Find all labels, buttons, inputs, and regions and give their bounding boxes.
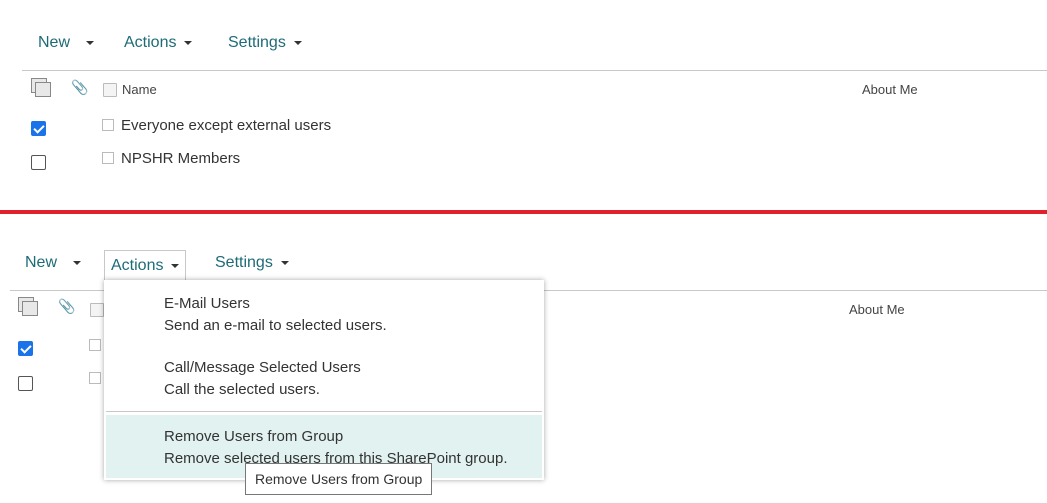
caret-down-icon — [184, 41, 193, 45]
settings-label: Settings — [215, 254, 273, 271]
actions-button-active[interactable]: Actions — [104, 250, 187, 280]
row-checkbox[interactable] — [31, 121, 46, 136]
paperclip-icon: 📎 — [71, 79, 89, 95]
settings-button[interactable]: Settings — [228, 34, 302, 52]
menu-item-description: Call the selected users. — [164, 381, 320, 398]
row-select-box[interactable] — [89, 339, 101, 351]
tooltip: Remove Users from Group — [245, 463, 433, 495]
menu-item-title: Remove Users from Group — [164, 428, 344, 445]
column-header-about[interactable]: About Me — [849, 302, 905, 317]
settings-label: Settings — [228, 34, 286, 51]
settings-button[interactable]: Settings — [215, 254, 289, 272]
row-select-box[interactable] — [102, 152, 114, 164]
comparison-divider — [0, 210, 1047, 214]
select-all-checkbox[interactable] — [103, 83, 117, 97]
menu-item-email-users[interactable]: E-Mail Users Send an e-mail to selected … — [104, 280, 544, 344]
caret-down-icon — [171, 263, 180, 268]
column-header-name[interactable]: Name — [122, 82, 157, 97]
paperclip-icon: 📎 — [58, 298, 76, 314]
new-label: New — [38, 34, 71, 51]
caret-down-icon — [280, 261, 289, 265]
actions-label: Actions — [111, 256, 164, 274]
list-item-name[interactable]: Everyone except external users — [121, 117, 331, 134]
menu-separator — [106, 411, 542, 412]
header-divider — [22, 70, 1047, 71]
row-select-box[interactable] — [89, 372, 101, 384]
menu-item-title: Call/Message Selected Users — [164, 359, 361, 376]
row-checkbox[interactable] — [31, 155, 46, 170]
actions-label: Actions — [124, 34, 177, 51]
actions-button[interactable]: Actions — [124, 34, 193, 52]
menu-item-description: Send an e-mail to selected users. — [164, 317, 387, 334]
menu-item-title: E-Mail Users — [164, 295, 250, 312]
row-select-box[interactable] — [102, 119, 114, 131]
caret-down-icon — [86, 41, 95, 45]
documents-icon — [31, 78, 51, 97]
caret-down-icon — [73, 261, 82, 265]
row-checkbox[interactable] — [18, 341, 33, 356]
row-checkbox[interactable] — [18, 376, 33, 391]
new-label: New — [25, 254, 58, 271]
menu-item-call-message-users[interactable]: Call/Message Selected Users Call the sel… — [104, 346, 544, 410]
column-header-about[interactable]: About Me — [862, 82, 918, 97]
new-button[interactable]: New — [25, 254, 82, 272]
actions-dropdown-menu: E-Mail Users Send an e-mail to selected … — [104, 280, 544, 480]
new-button[interactable]: New — [38, 34, 95, 52]
list-item-name[interactable]: NPSHR Members — [121, 150, 240, 167]
caret-down-icon — [293, 41, 302, 45]
documents-icon — [18, 297, 38, 316]
select-all-checkbox[interactable] — [90, 303, 104, 317]
